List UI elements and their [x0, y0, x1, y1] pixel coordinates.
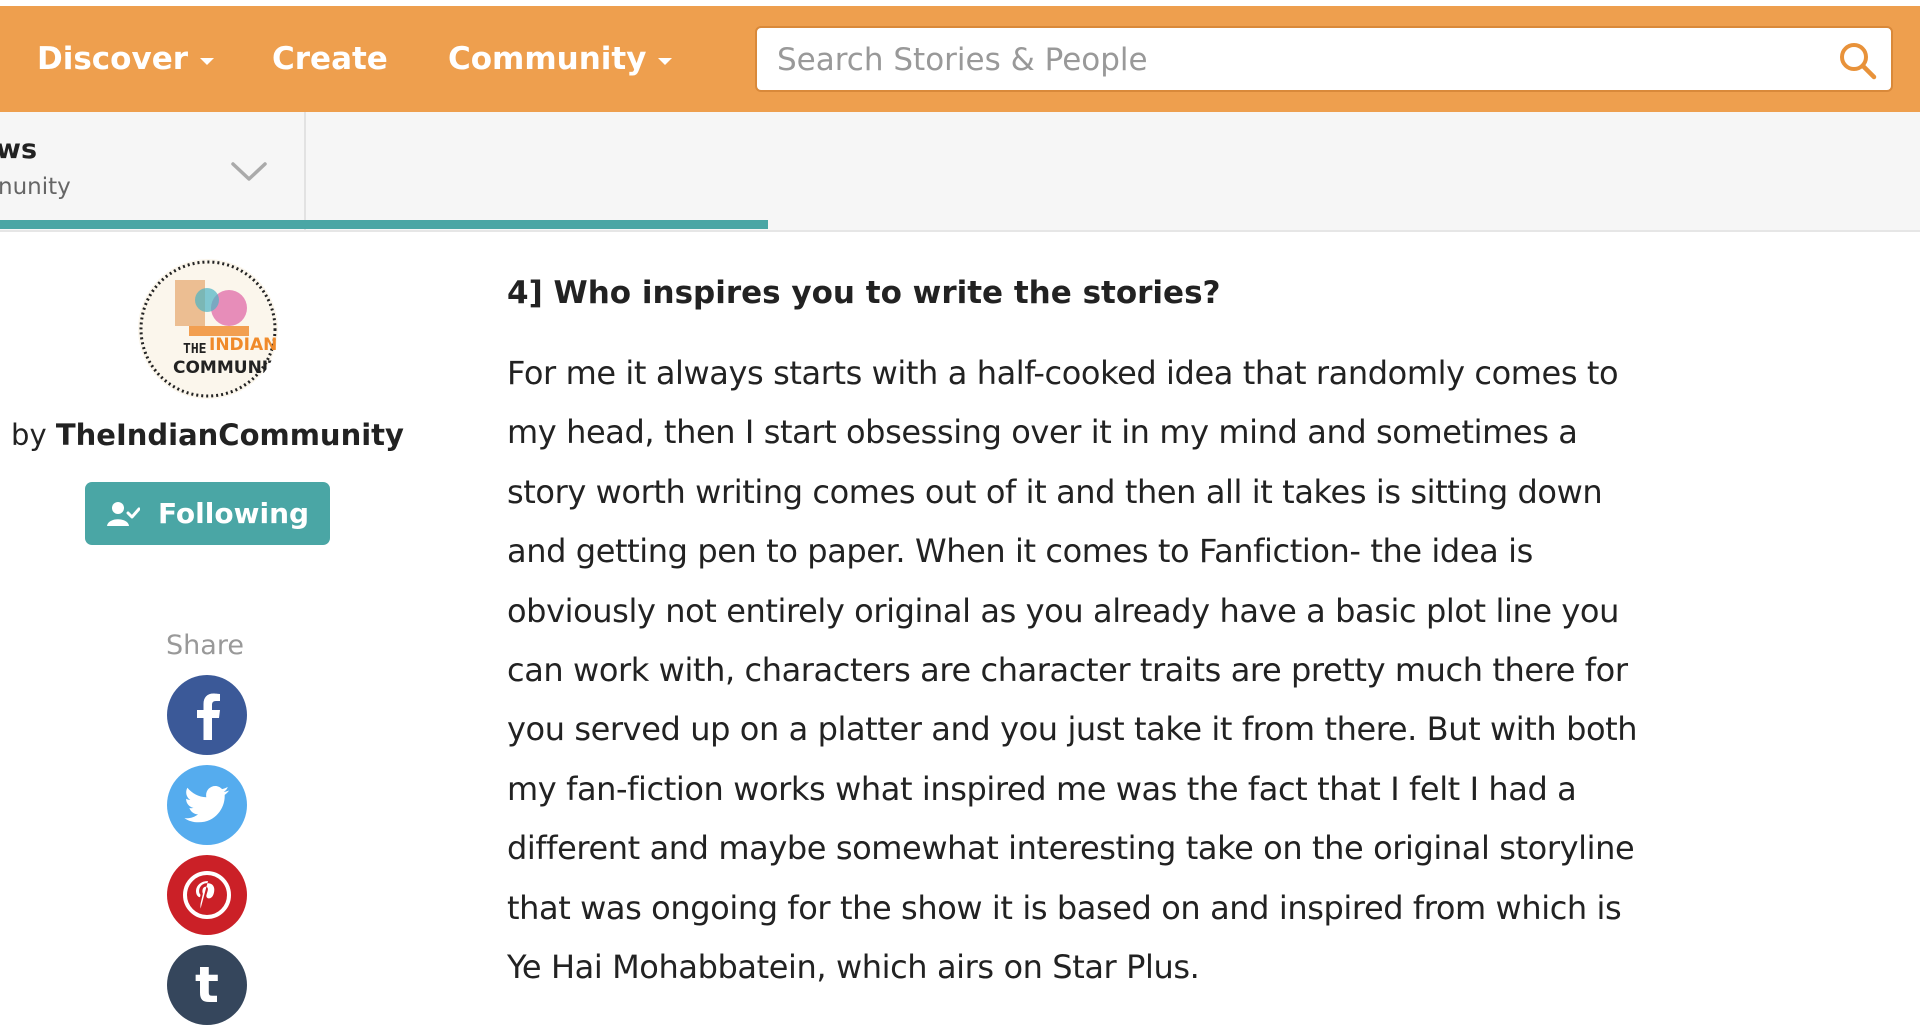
pinterest-icon — [183, 871, 231, 919]
answer-paragraph: For me it always starts with a half-cook… — [507, 344, 1638, 997]
pinterest-share-button[interactable] — [167, 855, 247, 935]
answer-line: obviously not entirely original as you a… — [507, 591, 1619, 630]
nav-community-label: Community — [448, 41, 647, 77]
search-icon[interactable] — [1837, 40, 1877, 80]
nav-create[interactable]: Create — [272, 6, 388, 112]
nav-create-label: Create — [272, 41, 388, 77]
avatar-text-the: THE — [183, 342, 206, 357]
tumblr-share-button[interactable]: t — [167, 945, 247, 1025]
avatar-text-community: COMMUNITY — [173, 358, 279, 378]
answer-line: Ye Hai Mohabbatein, which airs on Star P… — [507, 948, 1200, 987]
story-author: nunity — [0, 174, 71, 200]
search-box — [755, 26, 1893, 92]
top-navbar: Discover Create Community — [0, 6, 1920, 112]
search-input[interactable] — [775, 28, 1799, 92]
caret-down-icon — [658, 57, 673, 65]
answer-line: story worth writing comes out of it and … — [507, 472, 1603, 511]
answer-line: my fan-fiction works what inspired me wa… — [507, 769, 1577, 808]
tumblr-icon: t — [195, 956, 219, 1014]
avatar-text-indian: INDIAN — [209, 335, 277, 355]
facebook-icon — [197, 693, 220, 740]
facebook-share-button[interactable] — [167, 675, 247, 755]
chevron-down-icon[interactable] — [230, 160, 268, 184]
article-content: 4] Who inspires you to write the stories… — [507, 268, 1638, 997]
question-heading: 4] Who inspires you to write the stories… — [507, 275, 1221, 311]
user-check-icon — [106, 501, 140, 526]
answer-line: different and maybe somewhat interesting… — [507, 829, 1635, 868]
answer-line: my head, then I start obsessing over it … — [507, 413, 1578, 452]
by-prefix: by — [11, 418, 47, 452]
divider — [304, 112, 306, 230]
twitter-share-button[interactable] — [167, 765, 247, 845]
answer-line: you served up on a platter and you just … — [507, 710, 1638, 749]
answer-line: that was ongoing for the show it is base… — [507, 888, 1622, 927]
caret-down-icon — [200, 57, 215, 65]
following-label: Following — [157, 497, 310, 530]
story-title[interactable]: ws — [0, 134, 37, 165]
answer-line: For me it always starts with a half-cook… — [507, 354, 1619, 392]
answer-line: can work with, characters are character … — [507, 651, 1628, 690]
author-byline: by TheIndianCommunity — [0, 418, 415, 452]
nav-discover[interactable]: Discover — [37, 6, 215, 112]
answer-line: and getting pen to paper. When it comes … — [507, 532, 1533, 571]
avatar[interactable]: THE INDIAN COMMUNITY — [137, 258, 279, 400]
author-name[interactable]: TheIndianCommunity — [56, 418, 404, 452]
reading-progress-bar — [0, 220, 768, 229]
nav-discover-label: Discover — [37, 41, 189, 77]
share-label: Share — [166, 630, 244, 661]
twitter-icon — [184, 786, 230, 823]
nav-community[interactable]: Community — [448, 6, 673, 112]
following-button[interactable]: Following — [85, 482, 330, 545]
story-header-bar: ws nunity — [0, 112, 1920, 232]
